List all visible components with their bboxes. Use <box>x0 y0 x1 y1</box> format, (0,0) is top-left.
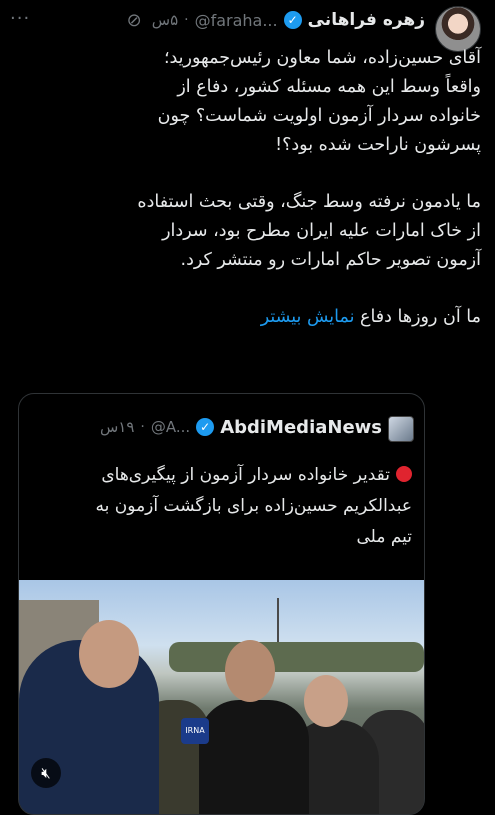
tweet-body-line: ما آن روزها دفاع <box>360 307 481 327</box>
tweet-body-line: خانواده سردار آزمون اولویت شماست؟ چون <box>157 106 481 126</box>
red-circle-icon <box>396 466 412 482</box>
tweet-body-last-line: ما آن روزها دفاع نمایش بیشتر <box>61 303 481 332</box>
separator-dot: · <box>140 419 145 435</box>
tweet-body-line: پسرشون ناراحت شده بود؟! <box>275 135 481 155</box>
tweet-body-line: آقای حسین‌زاده، شما معاون رئیس‌جمهورید؛ <box>163 48 481 68</box>
tweet-body: آقای حسین‌زاده، شما معاون رئیس‌جمهورید؛ … <box>61 44 481 332</box>
quote-text: تقدیر خانواده سردار آزمون از پیگیری‌های … <box>37 460 412 553</box>
tweet-card[interactable]: زهره فراهانی ✓ @faraha... · ۵س ⊘ ··· آقا… <box>0 0 495 815</box>
verified-badge-icon: ✓ <box>196 418 215 436</box>
quote-text-line: تیم ملی <box>356 527 412 547</box>
media-person <box>199 700 309 814</box>
media-person-head <box>225 640 275 702</box>
show-more-link[interactable]: نمایش بیشتر <box>261 307 355 327</box>
quote-author-avatar[interactable] <box>388 416 414 442</box>
quote-text-line: تقدیر خانواده سردار آزمون از پیگیری‌های <box>37 460 412 491</box>
quote-author-name[interactable]: AbdiMediaNews <box>220 417 382 438</box>
quote-media-video[interactable]: IRNA 🔇︎ <box>19 580 424 814</box>
verified-badge-icon: ✓ <box>283 11 302 29</box>
quoted-tweet[interactable]: AbdiMediaNews ✓ @A... · ۱۹س تقدیر خانواد… <box>18 393 425 815</box>
more-icon[interactable]: ··· <box>10 8 30 29</box>
separator-dot: · <box>184 12 189 28</box>
tweet-body-line: ما یادمون نرفته وسط جنگ، وقتی بحث استفاد… <box>137 192 481 212</box>
tweet-body-line: واقعاً وسط این همه مسئله کشور، دفاع از <box>177 77 481 97</box>
quote-text-line-content: تقدیر خانواده سردار آزمون از پیگیری‌های <box>101 465 390 485</box>
microphone-icon: IRNA <box>181 718 209 744</box>
tweet-body-line: از خاک امارات علیه ایران مطرح بود، سردار <box>162 221 481 241</box>
tweet-body-line: آزمون تصویر حاکم امارات رو منتشر کرد. <box>180 250 482 270</box>
media-person-head <box>304 675 348 727</box>
grok-icon[interactable]: ⊘ <box>127 10 142 31</box>
quote-author-handle[interactable]: @A... <box>151 418 190 436</box>
quote-header: AbdiMediaNews ✓ @A... · ۱۹س <box>32 414 382 440</box>
tweet-header: زهره فراهانی ✓ @faraha... · ۵س ⊘ <box>25 8 425 32</box>
author-handle[interactable]: @faraha... <box>195 11 278 30</box>
quote-time[interactable]: ۱۹س <box>100 418 134 436</box>
media-trees <box>169 642 424 672</box>
media-reporter-head <box>79 620 139 688</box>
author-name[interactable]: زهره فراهانی <box>308 10 425 30</box>
quote-text-line: عبدالکریم حسین‌زاده برای بازگشت آزمون به <box>95 496 412 516</box>
mute-icon[interactable]: 🔇︎ <box>31 758 61 788</box>
tweet-time[interactable]: ۵س <box>152 11 178 29</box>
